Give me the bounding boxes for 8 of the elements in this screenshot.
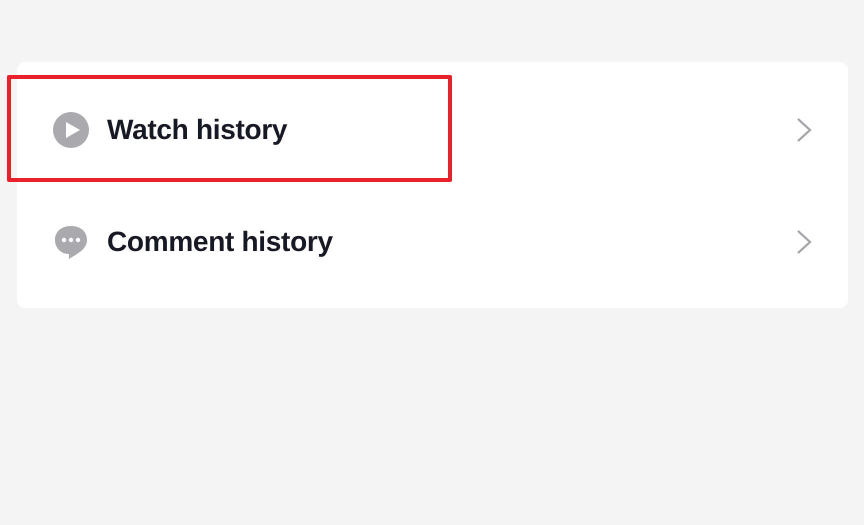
- play-icon: [53, 112, 89, 148]
- menu-item-label: Watch history: [107, 114, 288, 146]
- menu-item-label: Comment history: [107, 226, 333, 258]
- chevron-right-icon: [796, 117, 812, 143]
- chevron-right-icon: [796, 229, 812, 255]
- menu-item[interactable]: Comment history: [17, 186, 848, 298]
- menu-item[interactable]: Watch history: [17, 74, 848, 186]
- speech-bubble-icon: [53, 224, 89, 260]
